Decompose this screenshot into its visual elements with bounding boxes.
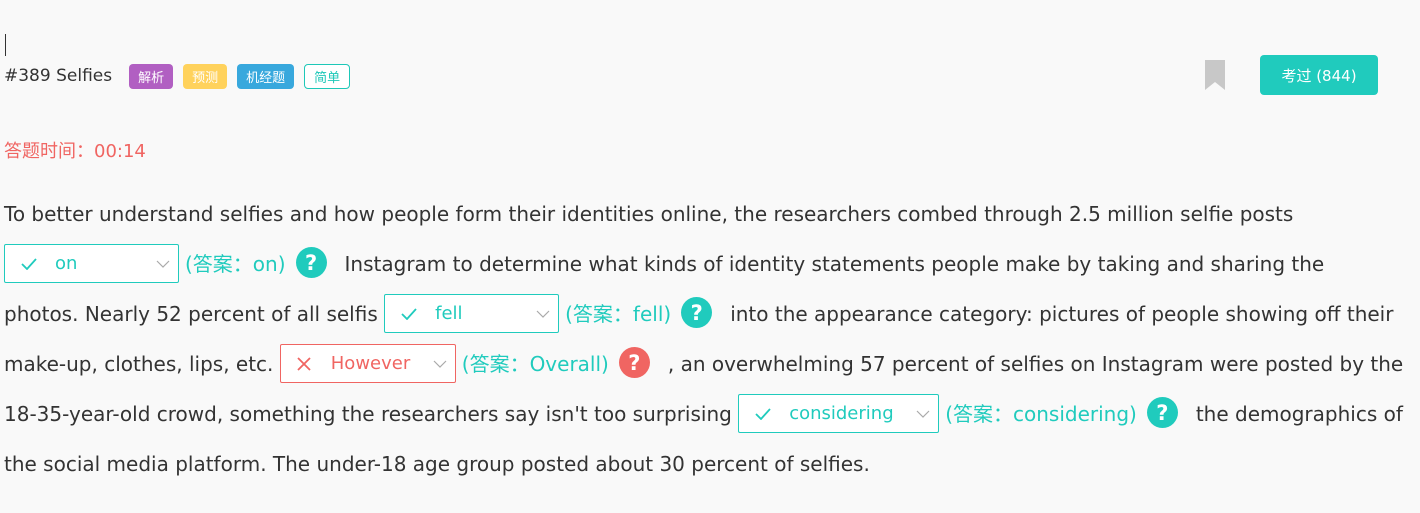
- blank-selected-value: considering: [789, 402, 894, 424]
- blank-selected-value: fell: [435, 302, 463, 324]
- chevron-down-icon: [433, 360, 447, 368]
- question-circle-icon[interactable]: ?: [1146, 397, 1178, 428]
- check-icon: [401, 307, 423, 320]
- blank-dropdown-1[interactable]: on: [4, 244, 179, 283]
- question-title: #389 Selfies: [4, 66, 113, 86]
- blank-answer: (答案：on): [185, 252, 286, 276]
- tag-difficulty[interactable]: 简单: [304, 63, 351, 89]
- blank-dropdown-4[interactable]: considering: [738, 394, 940, 433]
- blank-dropdown-2[interactable]: fell: [384, 294, 560, 333]
- blank-selected-value: However: [330, 352, 411, 374]
- done-count-button[interactable]: 考过 (844): [1260, 55, 1378, 95]
- question-circle-icon[interactable]: ?: [295, 247, 327, 278]
- x-icon: [297, 356, 319, 371]
- text-cursor: [5, 34, 6, 56]
- answer-timer: 答题时间：00:14: [4, 141, 146, 162]
- blank-dropdown-3[interactable]: However: [279, 344, 456, 383]
- passage-text: To better understand selfies and how peo…: [4, 202, 1294, 226]
- question-header: #389 Selfies 解析 预测 机经题 简单: [4, 62, 360, 90]
- chevron-down-icon: [916, 410, 930, 418]
- chevron-down-icon: [156, 260, 170, 268]
- question-circle-icon[interactable]: ?: [618, 347, 650, 378]
- check-icon: [21, 257, 43, 270]
- blank-selected-value: on: [55, 252, 78, 274]
- blank-answer: (答案：fell): [565, 302, 672, 326]
- passage: To better understand selfies and how peo…: [4, 189, 1404, 489]
- chevron-down-icon: [536, 310, 550, 318]
- tag-exam-question[interactable]: 机经题: [237, 63, 295, 89]
- question-page: #389 Selfies 解析 预测 机经题 简单 考过 (844) 答题时间：…: [0, 0, 1420, 513]
- tag-analysis[interactable]: 解析: [129, 63, 174, 89]
- blank-answer: (答案：considering): [945, 402, 1137, 426]
- blank-answer: (答案：Overall): [461, 352, 609, 376]
- tag-prediction[interactable]: 预测: [183, 63, 228, 89]
- check-icon: [755, 407, 777, 420]
- question-circle-icon[interactable]: ?: [681, 297, 713, 328]
- bookmark-icon[interactable]: [1205, 60, 1225, 90]
